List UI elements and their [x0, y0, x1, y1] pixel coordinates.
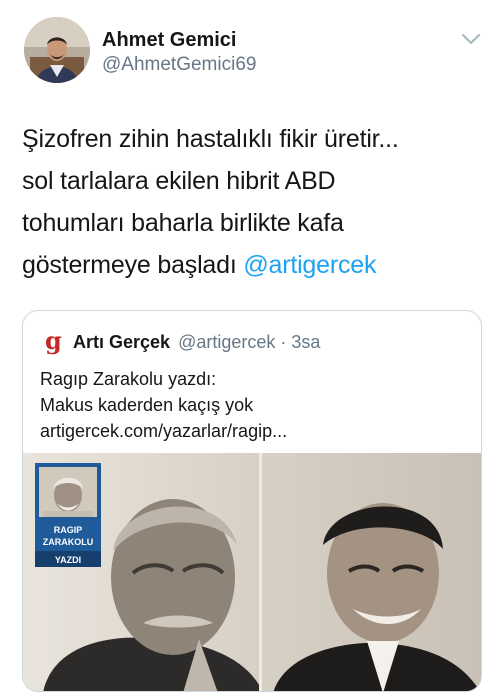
- quoted-tweet-header: g Artı Gerçek @artigercek · 3sa: [45, 326, 320, 355]
- avatar-photo: [24, 17, 90, 83]
- badge-last-name: ZARAKOLU: [43, 537, 94, 547]
- quoted-image[interactable]: RAGIP ZARAKOLU YAZDI: [23, 453, 481, 692]
- tweet-text: Şizofren zihin hastalıklı fikir üretir..…: [22, 118, 488, 286]
- tweet-line: tohumları baharla birlikte kafa: [22, 209, 344, 237]
- quoted-link[interactable]: artigercek.com/yazarlar/ragip...: [40, 418, 470, 444]
- author-name[interactable]: Ahmet Gemici: [102, 29, 236, 52]
- tweet-line-text: göstermeye başladı: [22, 251, 237, 279]
- author-handle[interactable]: @AhmetGemici69: [102, 54, 256, 76]
- avatar[interactable]: [24, 17, 90, 83]
- badge-caption: YAZDI: [55, 555, 81, 565]
- quoted-author-name[interactable]: Artı Gerçek: [73, 332, 170, 353]
- quoted-line: Ragıp Zarakolu yazdı:: [40, 369, 217, 389]
- tweet-line: Şizofren zihin hastalıklı fikir üretir..…: [22, 125, 399, 153]
- arti-gercek-logo: g: [45, 326, 62, 355]
- quoted-author-meta[interactable]: @artigercek · 3sa: [178, 332, 320, 353]
- chevron-down-icon[interactable]: [461, 32, 481, 46]
- badge-first-name: RAGIP: [54, 525, 83, 535]
- quoted-line: Makus kaderden kaçış yok: [40, 395, 254, 415]
- quoted-tweet-card[interactable]: g Artı Gerçek @artigercek · 3sa Ragıp Za…: [22, 310, 482, 692]
- quoted-tweet-text: Ragıp Zarakolu yazdı: Makus kaderden kaç…: [40, 366, 470, 444]
- tweet-line: sol tarlalara ekilen hibrit ABD: [22, 167, 336, 195]
- mention-link[interactable]: @artigercek: [243, 251, 376, 279]
- tweet-line: göstermeye başladı @artigercek: [22, 244, 488, 286]
